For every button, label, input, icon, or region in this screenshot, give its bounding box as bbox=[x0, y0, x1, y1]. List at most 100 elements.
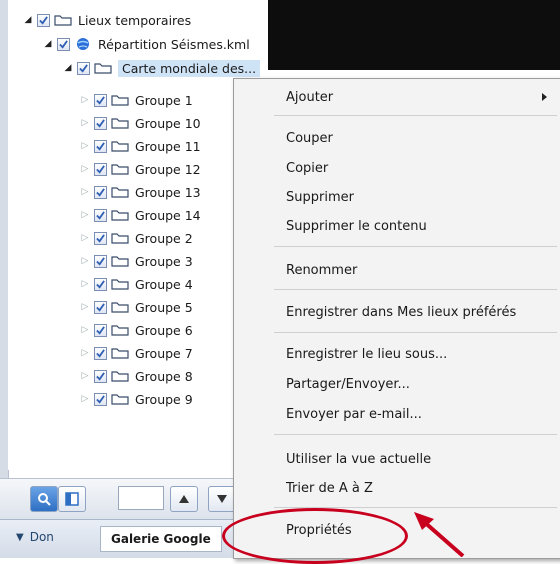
tree-item-groupe[interactable]: ▷ Groupe 3 bbox=[80, 250, 193, 272]
tree-item-label: Lieux temporaires bbox=[78, 12, 192, 28]
menu-item-couper[interactable]: Couper bbox=[286, 131, 333, 146]
tree-item-groupe[interactable]: ▷ Groupe 2 bbox=[80, 227, 193, 249]
collapsed-triangle-icon[interactable]: ▷ bbox=[80, 141, 90, 151]
folder-icon bbox=[111, 346, 129, 360]
search-icon bbox=[38, 493, 51, 506]
menu-item-ajouter[interactable]: Ajouter bbox=[286, 90, 333, 105]
collapsed-triangle-icon[interactable]: ▷ bbox=[80, 394, 90, 404]
collapsed-triangle-icon[interactable]: ▷ bbox=[80, 302, 90, 312]
tree-item-label: Groupe 14 bbox=[135, 207, 201, 223]
tree-item-carte-mondiale[interactable]: ◢ Carte mondiale des... bbox=[63, 57, 261, 79]
checkbox[interactable] bbox=[94, 392, 107, 406]
move-up-button[interactable] bbox=[170, 486, 198, 512]
checkbox[interactable] bbox=[94, 208, 107, 222]
tree-item-groupe[interactable]: ▷ Groupe 7 bbox=[80, 342, 193, 364]
collapsed-triangle-icon[interactable]: ▷ bbox=[80, 95, 90, 105]
tree-item-groupe[interactable]: ▷ Groupe 1 bbox=[80, 89, 193, 111]
folder-icon bbox=[111, 392, 129, 406]
context-menu: Ajouter Couper Copier Supprimer Supprime… bbox=[233, 78, 560, 559]
checkbox[interactable] bbox=[94, 346, 107, 360]
checkbox[interactable] bbox=[94, 277, 107, 291]
tree-item-lieux-temporaires[interactable]: ◢ Lieux temporaires bbox=[23, 9, 192, 31]
collapsed-triangle-icon[interactable]: ▷ bbox=[80, 164, 90, 174]
search-button[interactable] bbox=[30, 486, 58, 512]
move-down-button[interactable] bbox=[208, 486, 236, 512]
folder-icon bbox=[111, 185, 129, 199]
collapsed-triangle-icon[interactable]: ▷ bbox=[80, 348, 90, 358]
tree-item-groupe[interactable]: ▷ Groupe 8 bbox=[80, 365, 193, 387]
collapsed-triangle-icon[interactable]: ▷ bbox=[80, 325, 90, 335]
checkbox[interactable] bbox=[94, 254, 107, 268]
folder-icon bbox=[111, 208, 129, 222]
places-toolbar bbox=[0, 478, 260, 519]
checkbox[interactable] bbox=[94, 231, 107, 245]
checkbox[interactable] bbox=[94, 139, 107, 153]
checkbox[interactable] bbox=[94, 185, 107, 199]
menu-item-partager[interactable]: Partager/Envoyer... bbox=[286, 377, 410, 392]
tree-item-groupe[interactable]: ▷ Groupe 11 bbox=[80, 135, 201, 157]
collapse-arrow-icon: ▼ bbox=[16, 531, 24, 543]
collapsed-triangle-icon[interactable]: ▷ bbox=[80, 118, 90, 128]
menu-item-supprimer[interactable]: Supprimer bbox=[286, 190, 354, 205]
tree-item-label: Groupe 8 bbox=[135, 368, 193, 384]
tree-item-label: Groupe 13 bbox=[135, 184, 201, 200]
folder-icon bbox=[94, 61, 112, 75]
tree-item-groupe[interactable]: ▷ Groupe 12 bbox=[80, 158, 201, 180]
checkbox[interactable] bbox=[57, 37, 70, 51]
menu-item-enregistrer-favoris[interactable]: Enregistrer dans Mes lieux préférés bbox=[286, 305, 516, 320]
tree-item-groupe[interactable]: ▷ Groupe 13 bbox=[80, 181, 201, 203]
menu-item-vue-actuelle[interactable]: Utiliser la vue actuelle bbox=[286, 452, 431, 467]
panel-icon bbox=[65, 492, 79, 506]
menu-item-copier[interactable]: Copier bbox=[286, 161, 328, 176]
map-view[interactable] bbox=[268, 0, 560, 70]
collapsed-triangle-icon[interactable]: ▷ bbox=[80, 279, 90, 289]
expand-triangle-icon[interactable]: ◢ bbox=[23, 15, 33, 25]
expand-triangle-icon[interactable]: ◢ bbox=[63, 63, 73, 73]
tree-item-groupe[interactable]: ▷ Groupe 14 bbox=[80, 204, 201, 226]
folder-icon bbox=[111, 323, 129, 337]
menu-item-supprimer-contenu[interactable]: Supprimer le contenu bbox=[286, 219, 427, 234]
folder-icon bbox=[54, 13, 72, 27]
collapsed-triangle-icon[interactable]: ▷ bbox=[80, 233, 90, 243]
tree-item-repartition-seismes[interactable]: ◢ Répartition Séismes.kml bbox=[43, 33, 250, 55]
collapsed-triangle-icon[interactable]: ▷ bbox=[80, 371, 90, 381]
tree-item-groupe[interactable]: ▷ Groupe 9 bbox=[80, 388, 193, 410]
tab-galerie-google[interactable]: Galerie Google bbox=[100, 526, 222, 552]
folder-icon bbox=[111, 231, 129, 245]
tree-item-groupe[interactable]: ▷ Groupe 6 bbox=[80, 319, 193, 341]
tab-don[interactable]: ▼ Don bbox=[16, 530, 54, 544]
tree-item-label: Groupe 1 bbox=[135, 92, 193, 108]
collapsed-triangle-icon[interactable]: ▷ bbox=[80, 187, 90, 197]
collapsed-triangle-icon[interactable]: ▷ bbox=[80, 256, 90, 266]
collapsed-triangle-icon[interactable]: ▷ bbox=[80, 210, 90, 220]
checkbox[interactable] bbox=[94, 162, 107, 176]
tree-item-label: Carte mondiale des... bbox=[118, 59, 261, 77]
checkbox[interactable] bbox=[94, 116, 107, 130]
checkbox[interactable] bbox=[94, 93, 107, 107]
checkbox[interactable] bbox=[77, 61, 90, 75]
tree-item-label: Groupe 11 bbox=[135, 138, 201, 154]
expand-triangle-icon[interactable]: ◢ bbox=[43, 39, 53, 49]
menu-item-envoyer-email[interactable]: Envoyer par e-mail... bbox=[286, 407, 422, 422]
checkbox[interactable] bbox=[37, 13, 50, 27]
folder-icon bbox=[111, 139, 129, 153]
menu-item-trier[interactable]: Trier de A à Z bbox=[286, 481, 373, 496]
arrow-up-icon bbox=[179, 495, 189, 503]
menu-item-renommer[interactable]: Renommer bbox=[286, 263, 357, 278]
checkbox[interactable] bbox=[94, 300, 107, 314]
submenu-arrow-icon bbox=[542, 93, 547, 101]
checkbox[interactable] bbox=[94, 323, 107, 337]
tab-label: Galerie Google bbox=[111, 532, 211, 546]
toolbar-field[interactable] bbox=[118, 486, 164, 510]
checkbox[interactable] bbox=[94, 369, 107, 383]
folder-icon bbox=[111, 254, 129, 268]
panel-toggle-button[interactable] bbox=[58, 486, 86, 512]
tree-item-label: Répartition Séismes.kml bbox=[98, 36, 250, 52]
folder-icon bbox=[111, 369, 129, 383]
tree-item-groupe[interactable]: ▷ Groupe 5 bbox=[80, 296, 193, 318]
globe-icon bbox=[74, 37, 92, 51]
annotation-ellipse bbox=[222, 508, 408, 564]
tree-item-groupe[interactable]: ▷ Groupe 10 bbox=[80, 112, 201, 134]
menu-item-enregistrer-sous[interactable]: Enregistrer le lieu sous... bbox=[286, 347, 447, 362]
tree-item-groupe[interactable]: ▷ Groupe 4 bbox=[80, 273, 193, 295]
